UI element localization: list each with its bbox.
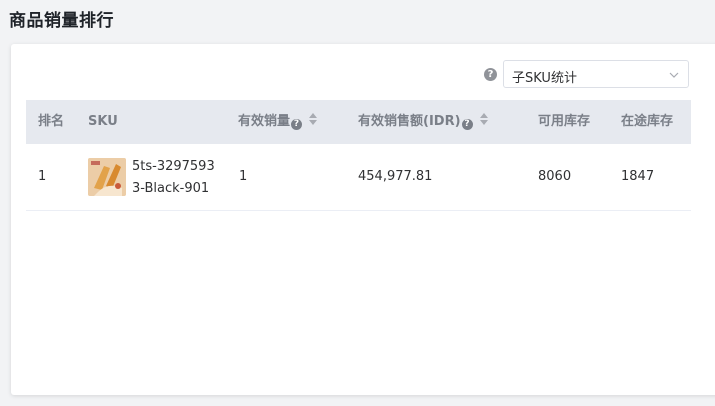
cell-sales-qty: 1 [239,169,248,184]
cell-sku[interactable]: 5ts-32975933-Black-901 [132,156,222,200]
column-header-in-transit-stock: 在途库存 [621,114,674,129]
column-header-sku: SKU [88,114,118,129]
question-circle-icon[interactable]: ? [461,119,473,130]
cell-in-transit-stock: 1847 [621,169,655,184]
column-header-sales-amount-label: 有效销售额(IDR) [358,114,461,129]
column-header-sales-qty[interactable]: 有效销量? [238,100,318,144]
cell-rank: 1 [38,169,47,184]
question-circle-icon[interactable]: ? [291,119,303,130]
column-header-available-stock: 可用库存 [538,114,591,129]
page-title: 商品销量排行 [9,11,114,31]
stat-type-select[interactable]: 子SKU统计 [503,60,689,88]
toolbar: ? 子SKU统计 [11,60,691,90]
stat-type-select-value: 子SKU统计 [512,71,577,86]
help-icon[interactable]: ? [484,68,497,81]
table-header: 排名 SKU 有效销量? 有效销售额(IDR)? 可用库存 在途库存 [26,100,691,144]
product-thumbnail[interactable] [88,158,126,196]
column-header-sales-amount[interactable]: 有效销售额(IDR)? [358,100,489,144]
sales-ranking-table: 排名 SKU 有效销量? 有效销售额(IDR)? 可用库存 在途库存 1 5ts… [26,100,691,211]
column-header-sales-qty-label: 有效销量 [238,114,291,129]
product-image-icon [88,158,126,196]
chevron-down-icon [669,72,679,78]
column-header-rank: 排名 [38,114,65,129]
sort-caret-icon[interactable] [308,113,318,127]
cell-available-stock: 8060 [538,169,572,184]
sales-ranking-panel: ? 子SKU统计 排名 SKU 有效销量? 有效销售额(IDR)? 可用库存 在… [11,44,715,395]
sort-caret-icon[interactable] [479,113,489,127]
cell-sales-amount: 454,977.81 [358,169,433,184]
table-row[interactable]: 1 5ts-32975933-Black-901 1 454,977.81 80… [26,144,691,211]
